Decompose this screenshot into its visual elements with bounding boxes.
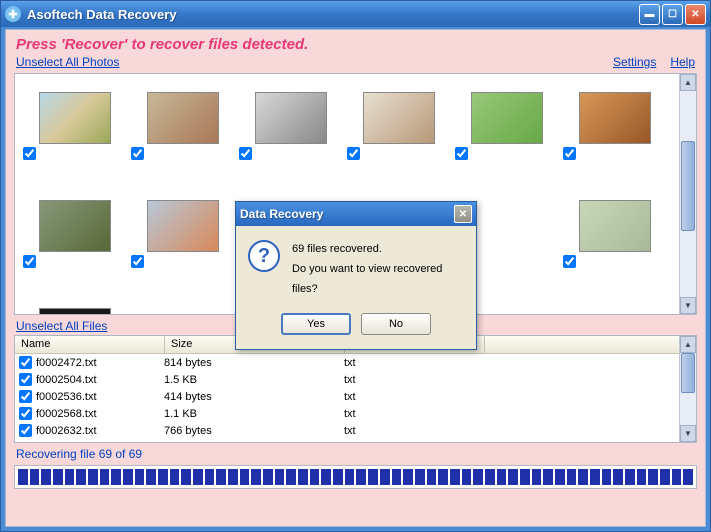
file-name: f0002472.txt: [36, 357, 164, 369]
photo-checkbox[interactable]: [239, 147, 252, 160]
dialog-title: Data Recovery: [240, 207, 454, 221]
file-size: 414 bytes: [164, 391, 344, 403]
photo-thumbnail[interactable]: [579, 200, 651, 252]
photo-thumbnail[interactable]: [39, 308, 111, 315]
progress-bar: [14, 465, 697, 489]
file-name: f0002632.txt: [36, 425, 164, 437]
settings-link[interactable]: Settings: [613, 55, 656, 69]
scroll-down-icon[interactable]: ▼: [680, 425, 696, 442]
photo-checkbox[interactable]: [455, 147, 468, 160]
photo-thumbnail[interactable]: [39, 92, 111, 144]
photo-checkbox[interactable]: [563, 255, 576, 268]
photo-item[interactable]: [561, 84, 669, 192]
close-button[interactable]: ✕: [685, 4, 706, 25]
file-rows: f0002472.txt814 bytestxt f0002504.txt1.5…: [15, 354, 696, 439]
photo-item[interactable]: [21, 192, 129, 300]
scroll-down-icon[interactable]: ▼: [680, 297, 696, 314]
recovery-dialog: Data Recovery ✕ ? 69 files recovered. Do…: [235, 201, 477, 350]
photo-thumbnail[interactable]: [147, 200, 219, 252]
photo-thumbnail[interactable]: [579, 92, 651, 144]
table-row[interactable]: f0002472.txt814 bytestxt: [15, 354, 696, 371]
col-spacer: [485, 336, 696, 353]
dialog-message: 69 files recovered. Do you want to view …: [292, 240, 464, 299]
file-name: f0002568.txt: [36, 408, 164, 420]
photo-item[interactable]: [453, 84, 561, 192]
photo-checkbox[interactable]: [23, 255, 36, 268]
unselect-photos-link[interactable]: Unselect All Photos: [16, 55, 119, 69]
main-window: ✚ Asoftech Data Recovery ▬ ☐ ✕ Press 'Re…: [0, 0, 711, 532]
scroll-thumb[interactable]: [681, 353, 695, 393]
file-checkbox[interactable]: [19, 424, 32, 437]
file-checkbox[interactable]: [19, 390, 32, 403]
col-name[interactable]: Name: [15, 336, 165, 353]
photo-item[interactable]: [129, 192, 237, 300]
photo-thumbnail[interactable]: [471, 92, 543, 144]
help-link[interactable]: Help: [670, 55, 695, 69]
table-row[interactable]: f0002568.txt1.1 KBtxt: [15, 405, 696, 422]
file-ext: txt: [344, 408, 484, 420]
instruction-text: Press 'Recover' to recover files detecte…: [6, 30, 705, 55]
table-row[interactable]: f0002536.txt414 bytestxt: [15, 388, 696, 405]
photo-checkbox[interactable]: [131, 255, 144, 268]
photo-item[interactable]: [345, 84, 453, 192]
maximize-button[interactable]: ☐: [662, 4, 683, 25]
unselect-files-link[interactable]: Unselect All Files: [16, 319, 107, 333]
dialog-buttons: Yes No: [236, 307, 476, 349]
photo-thumbnail[interactable]: [363, 92, 435, 144]
dialog-line1: 69 files recovered.: [292, 240, 464, 260]
photo-thumbnail[interactable]: [255, 92, 327, 144]
photo-checkbox[interactable]: [131, 147, 144, 160]
yes-button[interactable]: Yes: [281, 313, 351, 335]
file-ext: txt: [344, 374, 484, 386]
file-ext: txt: [344, 391, 484, 403]
question-icon: ?: [248, 240, 280, 272]
table-row[interactable]: f0002632.txt766 bytestxt: [15, 422, 696, 439]
photo-item[interactable]: [129, 84, 237, 192]
file-panel: Name Size Extension f0002472.txt814 byte…: [14, 335, 697, 443]
dialog-line2: Do you want to view recovered files?: [292, 260, 464, 300]
dialog-body: ? 69 files recovered. Do you want to vie…: [236, 226, 476, 307]
file-checkbox[interactable]: [19, 373, 32, 386]
file-scrollbar[interactable]: ▲ ▼: [679, 336, 696, 442]
photo-checkbox[interactable]: [23, 147, 36, 160]
file-name: f0002504.txt: [36, 374, 164, 386]
status-text: Recovering file 69 of 69: [6, 443, 705, 463]
photo-item[interactable]: [237, 84, 345, 192]
photo-scrollbar[interactable]: ▲ ▼: [679, 74, 696, 314]
app-icon: ✚: [5, 6, 21, 22]
dialog-titlebar: Data Recovery ✕: [236, 202, 476, 226]
window-title: Asoftech Data Recovery: [27, 7, 637, 22]
file-size: 1.1 KB: [164, 408, 344, 420]
file-checkbox[interactable]: [19, 356, 32, 369]
file-checkbox[interactable]: [19, 407, 32, 420]
file-name: f0002536.txt: [36, 391, 164, 403]
scroll-thumb[interactable]: [681, 141, 695, 231]
photo-thumbnail[interactable]: [147, 92, 219, 144]
scroll-up-icon[interactable]: ▲: [680, 336, 696, 353]
photo-item[interactable]: [21, 300, 129, 315]
photo-item[interactable]: [21, 84, 129, 192]
photo-checkbox[interactable]: [563, 147, 576, 160]
dialog-close-button[interactable]: ✕: [454, 205, 472, 223]
file-size: 1.5 KB: [164, 374, 344, 386]
photo-thumbnail[interactable]: [39, 200, 111, 252]
file-ext: txt: [344, 425, 484, 437]
file-ext: txt: [344, 357, 484, 369]
table-row[interactable]: f0002504.txt1.5 KBtxt: [15, 371, 696, 388]
no-button[interactable]: No: [361, 313, 431, 335]
file-size: 814 bytes: [164, 357, 344, 369]
photo-item[interactable]: [561, 192, 669, 300]
scroll-up-icon[interactable]: ▲: [680, 74, 696, 91]
titlebar: ✚ Asoftech Data Recovery ▬ ☐ ✕: [1, 1, 710, 27]
photo-checkbox[interactable]: [347, 147, 360, 160]
file-size: 766 bytes: [164, 425, 344, 437]
minimize-button[interactable]: ▬: [639, 4, 660, 25]
top-links: Unselect All Photos Settings Help: [6, 55, 705, 73]
